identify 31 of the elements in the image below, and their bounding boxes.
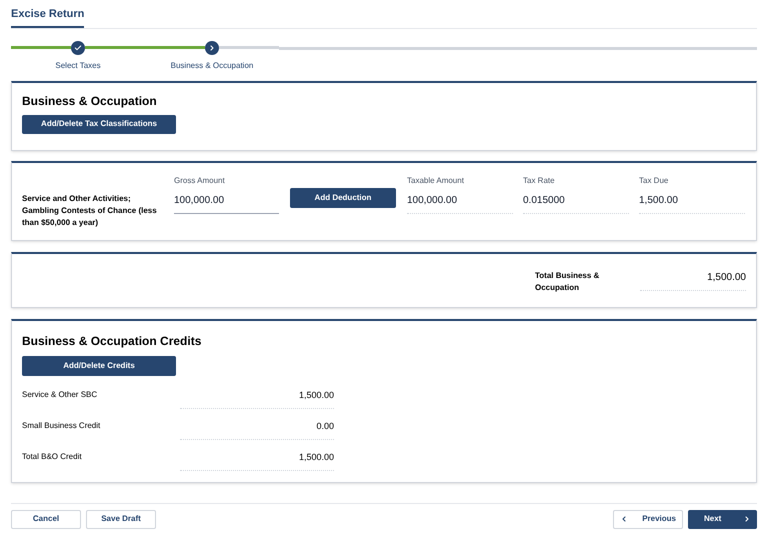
field-label: Tax Due [639, 176, 670, 184]
field-label: Gross Amount [174, 176, 226, 184]
field-label: Taxable Amount [407, 176, 465, 184]
chevron-left-icon [620, 515, 628, 523]
amount-field: 100,000.00 [407, 192, 513, 214]
amount-field[interactable]: 100,000.00 [174, 192, 279, 214]
section-title: Business & Occupation [22, 94, 158, 106]
credit-amount: 1,500.00 [180, 388, 334, 409]
chevron-right-icon [743, 515, 751, 523]
add-deduction-button[interactable]: Add Deduction [290, 188, 396, 208]
add-delete-credits-button[interactable]: Add/Delete Credits [22, 356, 176, 376]
save-draft-button[interactable]: Save Draft [86, 510, 156, 528]
amount-field: 1,500.00 [639, 192, 745, 214]
amount-field: 0.015000 [523, 192, 629, 214]
credit-label: Total B&O Credit [22, 450, 83, 462]
total-amount: 1,500.00 [640, 270, 746, 290]
credit-amount: 1,500.00 [180, 450, 334, 471]
previous-button[interactable]: Previous [613, 510, 683, 528]
cancel-button[interactable]: Cancel [11, 510, 81, 528]
credit-label: Small Business Credit [22, 420, 102, 432]
add-delete-tax-button[interactable]: Add/Delete Tax Classifications [22, 114, 176, 134]
page-tab[interactable]: Excise Return [11, 6, 84, 28]
section-title: Business & Occupation Credits [22, 334, 202, 346]
total-label: Total Business & Occupation [535, 270, 600, 294]
step-label: Select Taxes [55, 60, 101, 72]
step-label: Business & Occupation [170, 60, 254, 72]
field-label: Tax Rate [523, 176, 556, 184]
credit-amount: 0.00 [180, 420, 334, 440]
next-button[interactable]: Next [688, 510, 757, 528]
credit-label: Service & Other SBC [22, 388, 98, 400]
classification-label: Service and Other Activities; Gambling Contests of Chance (less than $50,000 a year) [22, 192, 158, 229]
